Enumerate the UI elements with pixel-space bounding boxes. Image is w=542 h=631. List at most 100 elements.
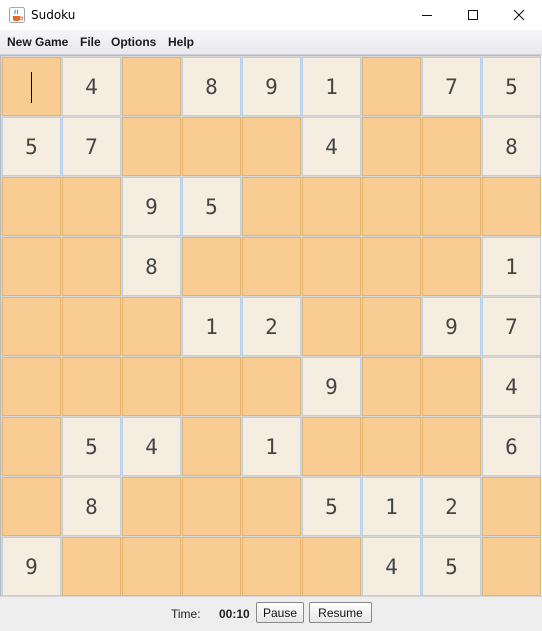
cell-r1c5[interactable]: 9 <box>242 57 301 116</box>
cell-r2c3[interactable] <box>122 117 181 176</box>
cell-r5c1[interactable] <box>2 297 61 356</box>
cell-r4c6[interactable] <box>302 237 361 296</box>
cell-r2c5[interactable] <box>242 117 301 176</box>
window-title: Sudoku <box>31 8 76 22</box>
cell-r2c1[interactable]: 5 <box>2 117 61 176</box>
cell-r2c6[interactable]: 4 <box>302 117 361 176</box>
cell-r8c9[interactable] <box>482 477 541 536</box>
cell-r4c2[interactable] <box>62 237 121 296</box>
cell-r7c7[interactable] <box>362 417 421 476</box>
cell-r7c9[interactable]: 6 <box>482 417 541 476</box>
cell-r4c9[interactable]: 1 <box>482 237 541 296</box>
cell-r4c5[interactable] <box>242 237 301 296</box>
title-bar: Sudoku <box>0 0 542 30</box>
cell-r9c1[interactable]: 9 <box>2 537 61 596</box>
cell-r8c1[interactable] <box>2 477 61 536</box>
menu-bar: New Game File Options Help <box>0 30 542 55</box>
cell-r8c8[interactable]: 2 <box>422 477 481 536</box>
cell-r1c7[interactable] <box>362 57 421 116</box>
cell-r3c9[interactable] <box>482 177 541 236</box>
minimize-button[interactable] <box>404 0 450 30</box>
cell-r7c1[interactable] <box>2 417 61 476</box>
maximize-button[interactable] <box>450 0 496 30</box>
menu-new-game[interactable]: New Game <box>7 35 68 49</box>
cell-r6c2[interactable] <box>62 357 121 416</box>
cell-r4c4[interactable] <box>182 237 241 296</box>
cell-r9c5[interactable] <box>242 537 301 596</box>
cell-r7c8[interactable] <box>422 417 481 476</box>
cell-r9c4[interactable] <box>182 537 241 596</box>
cell-r5c3[interactable] <box>122 297 181 356</box>
cell-r4c7[interactable] <box>362 237 421 296</box>
close-button[interactable] <box>496 0 542 30</box>
cell-r2c7[interactable] <box>362 117 421 176</box>
cell-r6c9[interactable]: 4 <box>482 357 541 416</box>
cell-r6c5[interactable] <box>242 357 301 416</box>
time-value: 00:10 <box>219 607 250 621</box>
cell-r7c3[interactable]: 4 <box>122 417 181 476</box>
cell-r9c9[interactable] <box>482 537 541 596</box>
cell-r8c4[interactable] <box>182 477 241 536</box>
minimize-icon <box>422 15 432 16</box>
cell-r1c4[interactable]: 8 <box>182 57 241 116</box>
cell-r3c8[interactable] <box>422 177 481 236</box>
cell-r3c6[interactable] <box>302 177 361 236</box>
cell-r9c7[interactable]: 4 <box>362 537 421 596</box>
cell-r3c1[interactable] <box>2 177 61 236</box>
cell-r6c8[interactable] <box>422 357 481 416</box>
cell-r1c9[interactable]: 5 <box>482 57 541 116</box>
cell-r3c5[interactable] <box>242 177 301 236</box>
cell-r7c2[interactable]: 5 <box>62 417 121 476</box>
menu-options[interactable]: Options <box>111 35 156 49</box>
cell-r7c5[interactable]: 1 <box>242 417 301 476</box>
cell-r2c4[interactable] <box>182 117 241 176</box>
cell-r8c3[interactable] <box>122 477 181 536</box>
cell-r9c3[interactable] <box>122 537 181 596</box>
cell-r2c2[interactable]: 7 <box>62 117 121 176</box>
cell-r8c6[interactable]: 5 <box>302 477 361 536</box>
cell-r3c3[interactable]: 9 <box>122 177 181 236</box>
cell-r1c3[interactable] <box>122 57 181 116</box>
cell-r5c9[interactable]: 7 <box>482 297 541 356</box>
cell-r8c7[interactable]: 1 <box>362 477 421 536</box>
cell-r6c3[interactable] <box>122 357 181 416</box>
cell-r5c7[interactable] <box>362 297 421 356</box>
cell-r6c7[interactable] <box>362 357 421 416</box>
cell-r9c6[interactable] <box>302 537 361 596</box>
close-icon <box>513 9 525 21</box>
cell-r2c9[interactable]: 8 <box>482 117 541 176</box>
cell-r5c2[interactable] <box>62 297 121 356</box>
cell-r1c1[interactable] <box>2 57 61 116</box>
cell-r6c4[interactable] <box>182 357 241 416</box>
cell-r5c6[interactable] <box>302 297 361 356</box>
maximize-icon <box>468 10 478 20</box>
menu-file[interactable]: File <box>80 35 101 49</box>
cell-r8c2[interactable]: 8 <box>62 477 121 536</box>
cell-r1c2[interactable]: 4 <box>62 57 121 116</box>
resume-button[interactable]: Resume <box>309 602 372 623</box>
cell-r5c8[interactable]: 9 <box>422 297 481 356</box>
cell-r5c5[interactable]: 2 <box>242 297 301 356</box>
cell-r3c4[interactable]: 5 <box>182 177 241 236</box>
cell-r7c6[interactable] <box>302 417 361 476</box>
cell-r3c2[interactable] <box>62 177 121 236</box>
pause-button[interactable]: Pause <box>256 602 304 623</box>
cell-r4c3[interactable]: 8 <box>122 237 181 296</box>
cell-r3c7[interactable] <box>362 177 421 236</box>
menu-help[interactable]: Help <box>168 35 194 49</box>
status-bar: Time: 00:10 Pause Resume <box>0 596 542 631</box>
cell-r5c4[interactable]: 1 <box>182 297 241 356</box>
cell-r6c6[interactable]: 9 <box>302 357 361 416</box>
cell-r8c5[interactable] <box>242 477 301 536</box>
cell-r4c8[interactable] <box>422 237 481 296</box>
cell-r1c8[interactable]: 7 <box>422 57 481 116</box>
cell-r6c1[interactable] <box>2 357 61 416</box>
cell-r4c1[interactable] <box>2 237 61 296</box>
text-caret <box>31 72 32 103</box>
cell-r9c8[interactable]: 5 <box>422 537 481 596</box>
cell-r9c2[interactable] <box>62 537 121 596</box>
cell-r2c8[interactable] <box>422 117 481 176</box>
time-label: Time: <box>171 607 201 621</box>
cell-r7c4[interactable] <box>182 417 241 476</box>
cell-r1c6[interactable]: 1 <box>302 57 361 116</box>
